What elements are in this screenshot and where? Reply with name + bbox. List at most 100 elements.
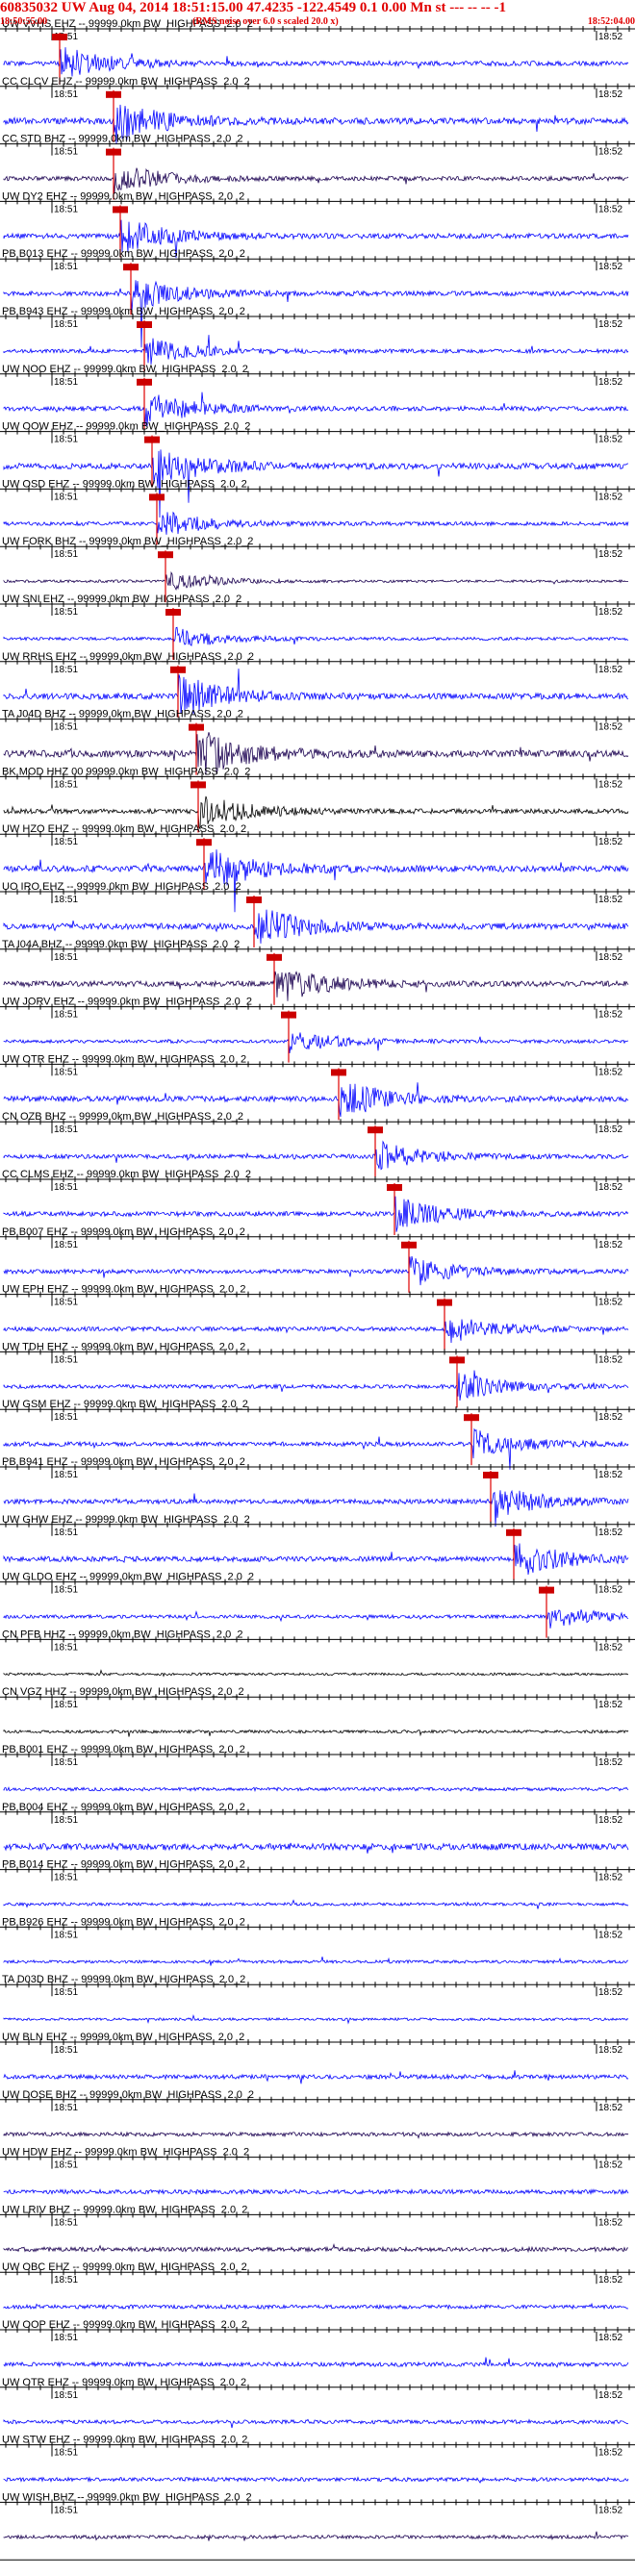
waveform xyxy=(3,335,629,365)
trace-row: UW WISH BHZ -- 99999.0km BW_HIGHPASS_2.0… xyxy=(0,2491,635,2541)
time-label-right: 18:52 xyxy=(598,779,622,790)
time-label-left: 18:51 xyxy=(54,2160,78,2171)
time-label-right: 18:52 xyxy=(598,319,622,330)
time-label-right: 18:52 xyxy=(598,32,622,42)
station-label: BK MOD HHZ 00 99999.0km BW_HIGHPASS_2.0_… xyxy=(2,766,250,777)
time-label-left: 18:51 xyxy=(54,1987,78,1998)
waveform xyxy=(3,167,629,194)
pick-marker xyxy=(437,1299,452,1306)
waveform xyxy=(3,1957,629,1966)
time-label-right: 18:52 xyxy=(598,1815,622,1826)
event-header-title: 60835032 UW Aug 04, 2014 18:51:15.00 47.… xyxy=(0,0,506,15)
time-label-left: 18:51 xyxy=(54,89,78,100)
trace-row: PB B001 EHZ -- 99999.0km BW_HIGHPASS_2.0… xyxy=(0,1744,635,1793)
waveform xyxy=(3,2418,629,2429)
pick-marker xyxy=(483,1472,498,1478)
time-label-left: 18:51 xyxy=(54,204,78,215)
time-label-right: 18:52 xyxy=(598,1757,622,1768)
station-label: UW RRHS EHZ -- 99999.0km BW_HIGHPASS_2.0… xyxy=(2,651,254,663)
pick-marker xyxy=(170,666,186,673)
pick-marker xyxy=(506,1528,521,1536)
trace-row: PB B943 EHZ -- 99999.0km BW_HIGHPASS_2.0… xyxy=(0,306,635,372)
station-label: UW STW EHZ -- 99999.0km BW_HIGHPASS_2.0_… xyxy=(2,2435,247,2446)
station-label: UW DOSE BHZ -- 99999.0km BW_HIGHPASS_2.0… xyxy=(2,2089,254,2101)
pick-marker xyxy=(144,436,160,443)
time-label-right: 18:52 xyxy=(598,89,622,100)
station-label: UW BLN EHZ -- 99999.0km BW_HIGHPASS_2.0_… xyxy=(2,2032,244,2043)
time-label-right: 18:52 xyxy=(598,837,622,847)
start-time-label: 18:50:55.00 xyxy=(0,16,48,27)
trace-row: UW GLDO EHZ -- 99999.0km BW_HIGHPASS_2.0… xyxy=(0,1572,635,1638)
time-label-right: 18:52 xyxy=(598,2045,622,2056)
station-label: UW GSM EHZ -- 99999.0km BW_HIGHPASS_2.0_… xyxy=(2,1399,248,1410)
pick-marker xyxy=(196,839,212,846)
waveform xyxy=(3,1140,629,1171)
trace-row: TA I04A BHZ -- 99999.0km BW_HIGHPASS_2.0… xyxy=(0,939,635,1005)
station-label: UW FORK BHZ -- 99999.0km BW_HIGHPASS_2.0… xyxy=(2,536,253,547)
trace-row: UW BLN EHZ -- 99999.0km BW_HIGHPASS_2.0_… xyxy=(0,2032,635,2084)
waveform xyxy=(3,1899,629,1909)
time-label-right: 18:52 xyxy=(598,549,622,560)
waveform xyxy=(3,1609,629,1629)
waveform xyxy=(3,2476,629,2484)
waveform xyxy=(3,2302,629,2311)
pick-marker xyxy=(52,34,67,40)
pick-marker xyxy=(106,148,121,156)
trace-row: CN OZB BHZ -- 99999.0km BW_HIGHPASS_2.0_… xyxy=(0,1111,635,1178)
station-label: CN OZB BHZ -- 99999.0km BW_HIGHPASS_2.0_… xyxy=(2,1111,243,1123)
time-label-right: 18:52 xyxy=(598,2448,622,2459)
waveform xyxy=(3,2131,629,2139)
pick-marker xyxy=(113,206,128,214)
time-label-left: 18:51 xyxy=(54,2217,78,2228)
trace-row: UW NOO EHZ -- 99999.0km BW_HIGHPASS_2.0_… xyxy=(0,364,635,430)
time-label-left: 18:51 xyxy=(54,1240,78,1250)
time-label-right: 18:52 xyxy=(598,1124,622,1135)
rms-note: (RMS noise over 6.0 s scaled 20.0 x) xyxy=(192,16,339,27)
time-label-left: 18:51 xyxy=(54,1873,78,1883)
seismogram-plot: UW VVHS EHZ -- 99999.0km BW_HIGHPASS_2.0… xyxy=(0,18,635,2561)
time-label-left: 18:51 xyxy=(54,895,78,905)
time-label-left: 18:51 xyxy=(54,779,78,790)
time-label-right: 18:52 xyxy=(598,1067,622,1077)
pick-marker xyxy=(137,321,152,328)
pick-marker xyxy=(267,953,282,961)
pick-marker xyxy=(401,1241,417,1249)
pick-marker xyxy=(123,264,139,271)
time-label-left: 18:51 xyxy=(54,435,78,445)
station-label: UW OSD EHZ -- 99999.0km BW_HIGHPASS_2.0_… xyxy=(2,478,247,490)
station-label: PB B004 EHZ -- 99999.0km BW_HIGHPASS_2.0… xyxy=(2,1802,245,1813)
trace-row: UW TDH EHZ -- 99999.0km BW_HIGHPASS_2.0_… xyxy=(0,1341,635,1408)
trace-row: PB B007 EHZ -- 99999.0km BW_HIGHPASS_2.0… xyxy=(0,1226,635,1293)
time-label-left: 18:51 xyxy=(54,1182,78,1193)
trace-row: UW OTR EHZ -- 99999.0km BW_HIGHPASS_2.0_… xyxy=(0,1053,635,1121)
pick-marker xyxy=(331,1069,346,1076)
trace-row: UW OOW EHZ -- 99999.0km BW_HIGHPASS_2.0_… xyxy=(0,421,635,518)
time-label-right: 18:52 xyxy=(598,607,622,618)
time-label-left: 18:51 xyxy=(54,2333,78,2343)
time-label-left: 18:51 xyxy=(54,262,78,272)
waveform xyxy=(3,669,629,715)
time-label-right: 18:52 xyxy=(598,492,622,502)
waveform xyxy=(3,1669,628,1678)
waveform xyxy=(3,511,629,535)
time-label-right: 18:52 xyxy=(598,2275,622,2286)
station-label: UW SNI EHZ -- 99999.0km BW_HIGHPASS_2.0_… xyxy=(2,593,241,605)
trace-row: UO IRO EHZ -- 99999.0km BW_HIGHPASS_2.0_… xyxy=(0,881,635,947)
station-label: UW GLDO EHZ -- 99999.0km BW_HIGHPASS_2.0… xyxy=(2,1572,254,1583)
time-label-right: 18:52 xyxy=(598,1470,622,1480)
trace-row: CC STD BHZ -- 99999.0km BW_HIGHPASS_2.0_… xyxy=(0,134,635,200)
pick-marker xyxy=(368,1126,383,1134)
station-label: UW OBC EHZ -- 99999.0km BW_HIGHPASS_2.0_… xyxy=(2,2261,247,2273)
trace-row: UW OTR EHZ -- 99999.0km BW_HIGHPASS_2.0_… xyxy=(0,2377,635,2429)
time-label-left: 18:51 xyxy=(54,2448,78,2459)
station-label: UW HDW EHZ -- 99999.0km BW_HIGHPASS_2.0_… xyxy=(2,2147,249,2159)
station-label: UW NOO EHZ -- 99999.0km BW_HIGHPASS_2.0_… xyxy=(2,364,248,375)
time-label-left: 18:51 xyxy=(54,2045,78,2056)
trace-row: PB B004 EHZ -- 99999.0km BW_HIGHPASS_2.0… xyxy=(0,1802,635,1854)
trace-row: UW HZO EHZ -- 99999.0km BW_HIGHPASS_2.0_… xyxy=(0,823,635,913)
waveform xyxy=(3,1786,629,1793)
station-label: PB B001 EHZ -- 99999.0km BW_HIGHPASS_2.0… xyxy=(2,1744,245,1755)
trace-row: TA D03D BHZ -- 99999.0km BW_HIGHPASS_2.0… xyxy=(0,1974,635,2025)
station-label: TA D03D BHZ -- 99999.0km BW_HIGHPASS_2.0… xyxy=(2,1974,245,1985)
trace-row: UW GHW EHZ -- 99999.0km BW_HIGHPASS_2.0_… xyxy=(0,1514,635,1580)
